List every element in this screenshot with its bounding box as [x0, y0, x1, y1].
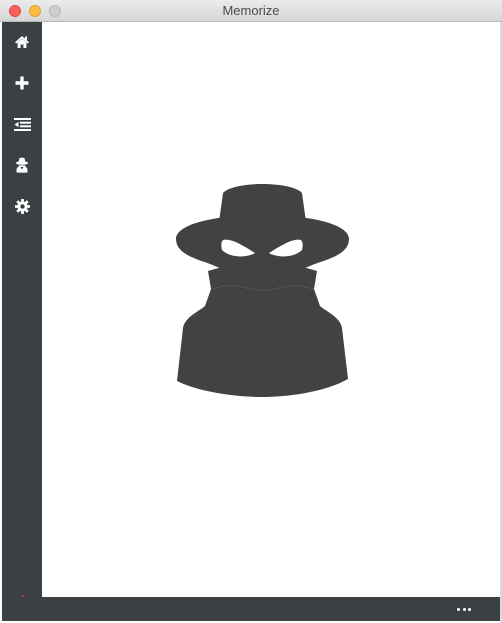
sidebar-item-add[interactable] — [2, 68, 42, 98]
app-window: Memorize — [0, 0, 502, 623]
more-options-button[interactable] — [454, 604, 474, 614]
gear-icon — [14, 198, 30, 214]
window-title: Memorize — [222, 3, 280, 18]
sidebar — [2, 22, 42, 621]
sidebar-item-home[interactable] — [2, 27, 42, 57]
sidebar-item-list[interactable] — [2, 109, 42, 139]
ellipsis-icon — [457, 607, 471, 611]
sidebar-item-settings[interactable] — [2, 191, 42, 221]
plus-icon — [15, 76, 29, 90]
list-indent-icon — [13, 117, 31, 131]
main-content — [42, 22, 500, 597]
home-icon — [15, 36, 29, 48]
bottom-bar — [2, 597, 500, 621]
sidebar-item-incognito[interactable] — [2, 150, 42, 180]
spy-icon — [15, 157, 29, 173]
spy-illustration — [176, 184, 349, 397]
title-bar[interactable]: Memorize — [0, 0, 502, 22]
